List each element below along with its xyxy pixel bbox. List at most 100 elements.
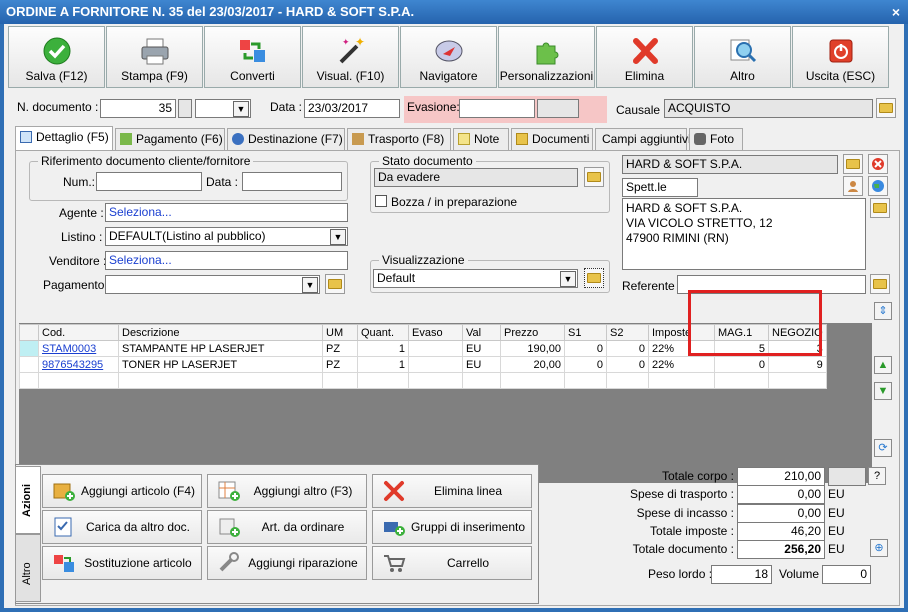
cell[interactable]: 9 <box>768 356 827 373</box>
cell[interactable]: PZ <box>322 340 358 357</box>
move-down-button[interactable]: ▼ <box>874 382 892 400</box>
other-button[interactable]: Altro <box>694 26 791 88</box>
causale-field[interactable]: ACQUISTO <box>664 99 873 118</box>
col-header[interactable]: S2 <box>606 324 649 341</box>
cell[interactable] <box>408 340 463 357</box>
venditore-field[interactable]: Seleziona... <box>105 251 348 270</box>
convert-button[interactable]: Converti <box>204 26 301 88</box>
data-field[interactable]: 23/03/2017 <box>304 99 400 118</box>
cell[interactable]: 0 <box>606 356 649 373</box>
col-header[interactable]: UM <box>322 324 358 341</box>
move-up-button[interactable]: ▲ <box>874 356 892 374</box>
address-field[interactable]: HARD & SOFT S.P.A. VIA VICOLO STRETTO, 1… <box>622 198 866 270</box>
cell-code-link[interactable]: 9876543295 <box>38 356 119 373</box>
cell[interactable]: TONER HP LASERJET <box>118 356 323 373</box>
fornitore-remove-button[interactable] <box>868 154 888 174</box>
add-article-button[interactable]: Aggiungi articolo (F4) <box>42 474 202 508</box>
peso-field[interactable]: 18 <box>711 565 772 584</box>
spese-incasso-field[interactable]: 0,00 <box>737 504 825 523</box>
cell[interactable]: 0 <box>564 340 607 357</box>
ndoc-series-select[interactable]: ▼ <box>195 99 251 118</box>
tab-destinazione[interactable]: Destinazione (F7) <box>227 128 345 150</box>
replace-article-button[interactable]: Sostituzione articolo <box>42 546 202 580</box>
visual-button[interactable]: ✦ ✦ Visual. (F10) <box>302 26 399 88</box>
tab-campi-aggiuntivi[interactable]: Campi aggiuntivi <box>595 128 691 150</box>
col-header[interactable]: S1 <box>564 324 607 341</box>
col-header[interactable]: Prezzo <box>500 324 565 341</box>
referente-folder-button[interactable] <box>870 274 890 294</box>
cell[interactable]: 1 <box>357 356 409 373</box>
help-button[interactable]: ? <box>868 467 886 485</box>
insert-groups-button[interactable]: Gruppi di inserimento <box>372 510 532 544</box>
tab-foto[interactable]: Foto <box>689 128 743 150</box>
cell[interactable]: 0 <box>564 356 607 373</box>
tab-altro[interactable]: Altro <box>15 534 41 602</box>
stato-folder-button[interactable] <box>584 167 604 187</box>
prefix-field[interactable]: Spett.le <box>622 178 698 197</box>
col-header[interactable]: Evaso <box>408 324 463 341</box>
load-from-doc-button[interactable]: Carica da altro doc. <box>42 510 202 544</box>
delete-line-button[interactable]: Elimina linea <box>372 474 532 508</box>
totale-imposte-field[interactable]: 46,20 <box>737 522 825 541</box>
add-repair-button[interactable]: Aggiungi riparazione <box>207 546 367 580</box>
tab-note[interactable]: Note <box>453 128 509 150</box>
refresh-button[interactable]: ⟳ <box>874 439 892 457</box>
ndoc-suffix-button[interactable] <box>178 99 192 118</box>
fornitore-name-field[interactable]: HARD & SOFT S.P.A. <box>622 155 838 174</box>
rif-data-field[interactable] <box>242 172 342 191</box>
save-button[interactable]: Salva (F12) <box>8 26 105 88</box>
stato-field[interactable]: Da evadere <box>374 168 578 187</box>
contact-button[interactable] <box>843 176 863 196</box>
cell[interactable]: EU <box>462 340 501 357</box>
table-row-empty[interactable] <box>19 372 827 389</box>
row-selector[interactable] <box>19 356 39 373</box>
exit-button[interactable]: Uscita (ESC) <box>792 26 889 88</box>
table-row[interactable]: 9876543295 TONER HP LASERJET PZ 1 EU 20,… <box>19 356 827 373</box>
zoom-button[interactable]: ⊕ <box>870 539 888 557</box>
num-field[interactable] <box>96 172 202 191</box>
globe-button[interactable] <box>868 176 888 196</box>
col-header[interactable]: Quant. <box>357 324 409 341</box>
cell[interactable]: EU <box>462 356 501 373</box>
totale-corpo-field[interactable]: 210,00 <box>737 467 825 486</box>
row-selector[interactable] <box>19 340 39 357</box>
spese-trasporto-field[interactable]: 0,00 <box>737 485 825 504</box>
col-header[interactable]: Val <box>462 324 501 341</box>
cell[interactable]: STAMPANTE HP LASERJET <box>118 340 323 357</box>
pagamento-select[interactable]: ▼ <box>105 275 320 294</box>
tab-trasporto[interactable]: Trasporto (F8) <box>347 128 451 150</box>
tab-azioni[interactable]: Azioni <box>15 466 41 534</box>
col-header[interactable]: Descrizione <box>118 324 323 341</box>
customize-button[interactable]: Personalizzazioni <box>498 26 595 88</box>
agente-field[interactable]: Seleziona... <box>105 203 348 222</box>
pagamento-folder-button[interactable] <box>325 274 345 294</box>
ndoc-field[interactable]: 35 <box>100 99 176 118</box>
tab-documenti[interactable]: Documenti <box>511 128 593 150</box>
cell[interactable]: 22% <box>648 356 715 373</box>
navigator-button[interactable]: Navigatore <box>400 26 497 88</box>
evasione-extra-field[interactable] <box>537 99 579 118</box>
delete-button[interactable]: Elimina <box>596 26 693 88</box>
address-folder-button[interactable] <box>870 198 890 218</box>
cell[interactable]: 0 <box>606 340 649 357</box>
evasione-field[interactable] <box>459 99 535 118</box>
tab-pagamento[interactable]: Pagamento (F6) <box>115 128 225 150</box>
visualizzazione-select[interactable]: Default ▼ <box>373 269 578 288</box>
cell[interactable]: 190,00 <box>500 340 565 357</box>
tab-dettaglio[interactable]: Dettaglio (F5) <box>15 126 113 151</box>
bozza-checkbox[interactable] <box>375 195 387 207</box>
col-header[interactable]: Cod. <box>38 324 119 341</box>
scroll-top-button[interactable]: ⇕ <box>874 302 892 320</box>
fornitore-folder-button[interactable] <box>843 154 863 174</box>
cell[interactable]: 0 <box>714 356 769 373</box>
totale-documento-field[interactable]: 256,20 <box>737 540 825 559</box>
causale-folder-button[interactable] <box>876 98 896 118</box>
cell[interactable] <box>408 356 463 373</box>
cell[interactable]: PZ <box>322 356 358 373</box>
visualizzazione-folder-button[interactable] <box>584 268 604 288</box>
volume-field[interactable]: 0 <box>822 565 871 584</box>
print-button[interactable]: Stampa (F9) <box>106 26 203 88</box>
cell[interactable]: 20,00 <box>500 356 565 373</box>
close-icon[interactable]: × <box>892 0 900 24</box>
cell-code-link[interactable]: STAM0003 <box>38 340 119 357</box>
